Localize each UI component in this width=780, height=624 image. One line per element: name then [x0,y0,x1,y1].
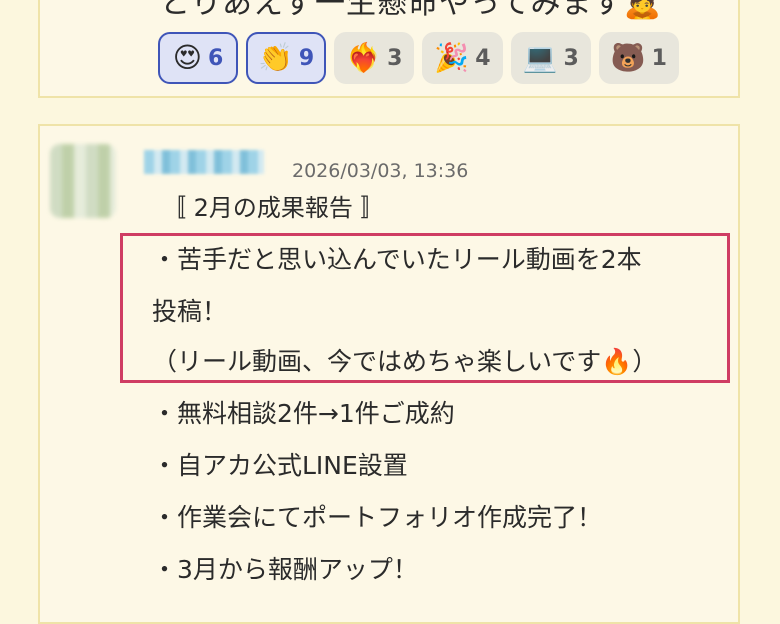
avatar[interactable] [50,144,116,218]
reaction-count: 4 [475,45,491,71]
reaction-count: 3 [563,45,579,71]
reaction-laptop-button[interactable]: 💻 3 [510,32,591,84]
comment-line: ・3月から報酬アップ！ [152,555,418,584]
laptop-icon: 💻 [522,41,558,74]
reaction-count: 6 [207,45,224,71]
comment-line: （リール動画、今ではめちゃ楽しいです🔥） [152,347,658,376]
comment-card: 2026/03/03, 13:36 〚 2月の成果報告 〛 ・苦手だと思い込んで… [38,124,740,624]
previous-comment-card: とりあえず一生懸命やってみます🙇 😍 6 👏 9 ❤️‍🔥 3 🎉 4 💻 3 … [38,0,740,98]
comment-line: ・無料相談2件→1件ご成約 [152,399,455,428]
comment-line: ・作業会にてポートフォリオ作成完了！ [152,503,603,532]
party-popper-icon: 🎉 [434,41,470,74]
reaction-count: 9 [298,45,315,71]
comment-heading: 〚 2月の成果報告 〛 [162,194,385,222]
comment-line: ・苦手だと思い込んでいたリール動画を2本 [152,245,642,274]
reaction-count: 3 [387,45,403,71]
username-blurred[interactable] [144,150,264,174]
reaction-party-button[interactable]: 🎉 4 [422,32,503,84]
reaction-bear-button[interactable]: 🐻 1 [598,32,679,84]
comment-line: 投稿！ [152,297,228,326]
reaction-heart-eyes-button[interactable]: 😍 6 [158,32,238,84]
bear-face-icon: 🐻 [610,41,646,74]
heart-eyes-icon: 😍 [172,41,202,74]
clapping-hands-icon: 👏 [258,41,293,74]
comment-line: ・自アカ公式LINE設置 [152,451,408,480]
reaction-bar: 😍 6 👏 9 ❤️‍🔥 3 🎉 4 💻 3 🐻 1 [158,32,679,84]
reaction-heart-fire-button[interactable]: ❤️‍🔥 3 [334,32,415,84]
reaction-count: 1 [651,45,667,71]
heart-on-fire-icon: ❤️‍🔥 [346,41,382,74]
comment-text: とりあえず一生懸命やってみます🙇 [160,0,662,21]
reaction-clap-button[interactable]: 👏 9 [246,32,327,84]
timestamp: 2026/03/03, 13:36 [292,160,469,182]
